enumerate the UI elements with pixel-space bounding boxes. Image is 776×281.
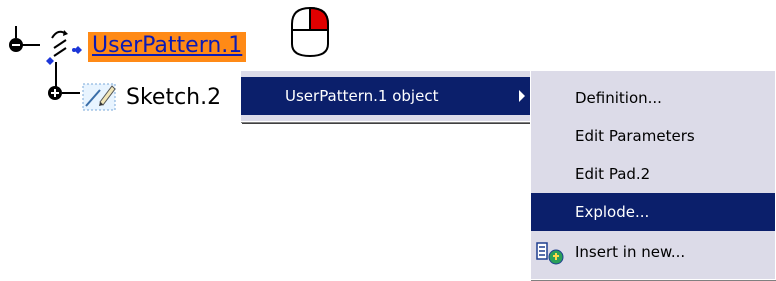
submenu: Definition... Edit Parameters Edit Pad.2… (530, 70, 776, 280)
user-pattern-icon[interactable] (44, 24, 90, 70)
submenu-arrow-icon (519, 90, 525, 102)
tree-node-sketch[interactable]: Sketch.2 (126, 84, 221, 112)
tree-expand-button[interactable] (48, 86, 62, 100)
tree-node-userpattern[interactable]: UserPattern.1 (88, 32, 247, 62)
tree-line (62, 92, 80, 94)
sketch-icon[interactable] (80, 78, 122, 114)
mouse-right-click-icon (291, 6, 329, 58)
menu-item-label: Definition... (575, 89, 662, 107)
menu-item-insert-in-new[interactable]: Insert in new... (531, 233, 775, 271)
menu-item-label: UserPattern.1 object (285, 87, 439, 105)
tree-line (22, 44, 40, 46)
menu-item-edit-parameters[interactable]: Edit Parameters (531, 117, 775, 155)
menu-item-label: Insert in new... (575, 243, 686, 261)
tree-line (15, 26, 17, 38)
tree-collapse-button[interactable] (9, 38, 23, 52)
context-menu: UserPattern.1 object (240, 70, 534, 122)
menu-item-label: Edit Pad.2 (575, 165, 651, 183)
menu-item-definition[interactable]: Definition... (531, 79, 775, 117)
menu-item-edit-pad[interactable]: Edit Pad.2 (531, 155, 775, 193)
menu-item-label: Explode... (575, 203, 650, 221)
menu-item-explode[interactable]: Explode... (531, 193, 775, 231)
insert-in-new-icon (536, 242, 564, 265)
context-menu-item-userpattern-object[interactable]: UserPattern.1 object (241, 77, 533, 115)
menu-item-label: Edit Parameters (575, 127, 695, 145)
